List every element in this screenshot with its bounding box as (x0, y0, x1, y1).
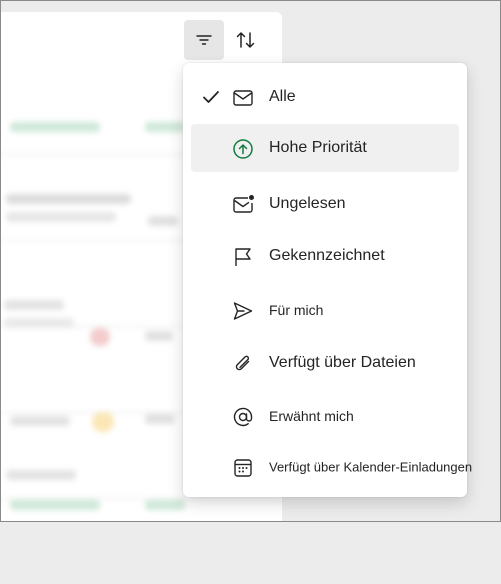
menu-item-label: Erwähnt mich (269, 408, 354, 424)
menu-item-label: Ungelesen (269, 195, 346, 212)
mail-unread-icon (233, 195, 254, 213)
attach-icon (235, 355, 250, 371)
send-icon (233, 302, 253, 320)
filter-dropdown-menu: Alle Hohe Priorität Ungelesen Gekennzeic… (183, 63, 472, 497)
sort-arrows-icon (236, 32, 255, 48)
menu-item-label: Gekennzeichnet (269, 247, 385, 264)
menu-item-label: Alle (269, 88, 296, 105)
menu-item-label: Verfügt über Dateien (269, 354, 416, 371)
calendar-icon (234, 459, 252, 477)
menu-item-high-priority[interactable]: Hohe Priorität (191, 124, 459, 172)
menu-item-label: Verfügt über Kalender-Einladungen (269, 459, 473, 475)
menu-item-to-me[interactable]: Für mich (191, 286, 459, 334)
menu-item-label: Für mich (269, 302, 324, 318)
sort-button[interactable] (226, 20, 266, 60)
filter-icon (196, 35, 212, 45)
menu-item-has-files[interactable]: Verfügt über Dateien (191, 339, 459, 387)
filter-button[interactable] (184, 20, 224, 60)
menu-item-all[interactable]: Alle (191, 73, 459, 121)
menu-item-has-calendar-invites[interactable]: Verfügt über Kalender-Einladungen (191, 443, 472, 491)
checkmark-icon (203, 91, 219, 103)
list-item[interactable] (0, 498, 282, 584)
menu-item-flagged[interactable]: Gekennzeichnet (191, 232, 459, 280)
menu-item-label: Hohe Priorität (269, 139, 367, 156)
menu-item-mentions-me[interactable]: Erwähnt mich (191, 392, 459, 440)
flag-icon (235, 248, 251, 266)
menu-item-unread[interactable]: Ungelesen (191, 180, 459, 228)
mail-icon (233, 90, 253, 106)
at-icon (233, 407, 253, 427)
list-toolbar (0, 12, 282, 68)
arrow-up-circle-icon (233, 139, 253, 159)
